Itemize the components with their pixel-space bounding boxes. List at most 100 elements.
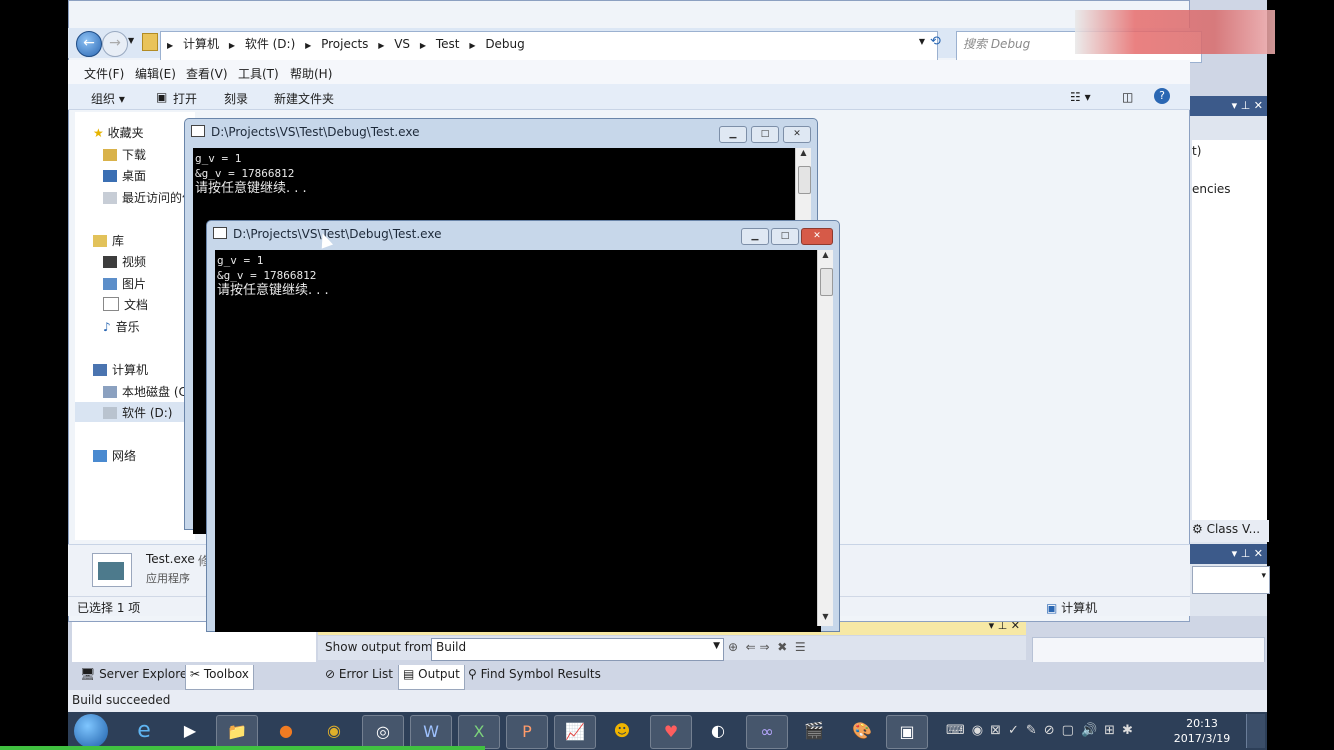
- nav-recent[interactable]: 最近访问的位: [103, 189, 194, 206]
- chart-app-icon[interactable]: 📈: [554, 715, 596, 749]
- burn-button[interactable]: 刻录: [224, 90, 248, 107]
- menu-help[interactable]: 帮助(H): [290, 65, 332, 82]
- tab-error-list[interactable]: ⊘ Error List: [321, 665, 397, 689]
- breadcrumb-debug[interactable]: Debug: [485, 37, 524, 51]
- scroll-down-icon[interactable]: ▼: [818, 612, 833, 626]
- breadcrumb-projects[interactable]: Projects: [321, 37, 368, 51]
- drive-icon: [103, 386, 117, 398]
- library-icon: [93, 235, 107, 247]
- nav-downloads[interactable]: 下载: [103, 146, 146, 163]
- explorer-icon[interactable]: 📁: [216, 715, 258, 749]
- server-icon: 🖥: [80, 667, 96, 681]
- nav-videos[interactable]: 视频: [103, 253, 146, 270]
- console-taskbar-icon[interactable]: ▣: [886, 715, 928, 749]
- nav-software-disk[interactable]: 软件 (D:): [75, 402, 195, 422]
- class-view-tab[interactable]: ⚙ Class V...: [1190, 520, 1269, 542]
- excel-icon[interactable]: X: [458, 715, 500, 749]
- desktop-icon: [103, 170, 117, 182]
- output-source-select[interactable]: Build ▼: [431, 638, 724, 661]
- chevron-down-icon[interactable]: ▼: [919, 37, 925, 46]
- menu-tools[interactable]: 工具(T): [238, 65, 279, 82]
- tab-server-explorer[interactable]: 🖥 Server Explorer: [76, 665, 196, 689]
- music-icon: ♪: [103, 320, 111, 334]
- panel-header[interactable]: ▾ ⊥ ✕: [1190, 96, 1267, 116]
- chevron-right-icon: ▶: [378, 41, 385, 50]
- clock[interactable]: 20:13 2017/3/19: [1168, 716, 1236, 746]
- tab-toolbox[interactable]: ✂ Toolbox: [185, 665, 254, 690]
- tray-icons[interactable]: ⌨◉⊠✓✎⊘▢🔊⊞✱: [946, 723, 1140, 738]
- solution-text-2: encies: [1192, 182, 1231, 196]
- menu-edit[interactable]: 编辑(E): [135, 65, 176, 82]
- breadcrumb-computer[interactable]: 计算机: [183, 37, 219, 51]
- address-bar[interactable]: ▶ 计算机 ▶ 软件 (D:) ▶ Projects ▶ VS ▶ Test ▶…: [160, 31, 938, 63]
- powerpoint-icon[interactable]: P: [506, 715, 548, 749]
- panel-header-2[interactable]: ▾ ⊥ ✕: [1190, 544, 1267, 564]
- new-folder-button[interactable]: 新建文件夹: [274, 90, 334, 107]
- ie-icon[interactable]: e: [124, 715, 164, 747]
- media-player-icon[interactable]: ▶: [170, 715, 210, 747]
- maximize-button[interactable]: □: [751, 126, 779, 143]
- console-window-front: D:\Projects\VS\Test\Debug\Test.exe ▁ □ ✕…: [206, 220, 840, 632]
- video-app-icon[interactable]: 🎬: [794, 715, 834, 747]
- close-button[interactable]: ✕: [801, 228, 833, 245]
- view-options-icon[interactable]: ☷ ▾: [1070, 90, 1091, 104]
- breadcrumb-vs[interactable]: VS: [394, 37, 410, 51]
- explorer-menu-bar: 文件(F) 编辑(E) 查看(V) 工具(T) 帮助(H): [68, 60, 1190, 84]
- nav-label: 软件 (D:): [122, 406, 173, 420]
- scrollbar-thumb[interactable]: [798, 166, 811, 194]
- scrollbar-thumb[interactable]: [820, 268, 833, 296]
- tab-label: Toolbox: [203, 667, 249, 681]
- nav-local-disk[interactable]: 本地磁盘 (C:: [103, 383, 191, 400]
- menu-view[interactable]: 查看(V): [186, 65, 228, 82]
- output-icon: ▤: [403, 667, 415, 681]
- scroll-up-icon[interactable]: ▲: [796, 148, 811, 162]
- breadcrumb-test[interactable]: Test: [436, 37, 460, 51]
- chevron-down-icon: ▼: [713, 641, 720, 651]
- firefox-icon[interactable]: ●: [266, 715, 306, 747]
- show-desktop-button[interactable]: [1246, 714, 1265, 748]
- forward-button[interactable]: →: [102, 31, 128, 57]
- organize-button[interactable]: 组织 ▾: [91, 90, 125, 107]
- visual-studio-icon[interactable]: ∞: [746, 715, 788, 749]
- obs-icon[interactable]: ◐: [698, 715, 738, 747]
- nav-documents[interactable]: 文档: [103, 296, 148, 313]
- heart-app-icon[interactable]: ♥: [650, 715, 692, 749]
- nav-network[interactable]: 网络: [93, 447, 136, 464]
- nav-desktop[interactable]: 桌面: [103, 167, 146, 184]
- exe-icon: [98, 562, 124, 580]
- output-toolbar-icons[interactable]: ⊕ ⇐ ⇒ ✖ ☰: [728, 640, 806, 654]
- back-button[interactable]: ←: [76, 31, 102, 57]
- nav-pictures[interactable]: 图片: [103, 275, 146, 292]
- refresh-icon[interactable]: ⟲: [930, 34, 941, 49]
- close-button[interactable]: ✕: [783, 126, 811, 143]
- minimize-button[interactable]: ▁: [741, 228, 769, 245]
- preview-pane-icon[interactable]: ◫: [1122, 90, 1133, 104]
- nav-libraries[interactable]: 库: [93, 232, 124, 249]
- console-scrollbar[interactable]: ▲ ▼: [817, 250, 833, 626]
- disc-icon[interactable]: ◎: [362, 715, 404, 749]
- wps-icon[interactable]: ☻: [602, 715, 642, 747]
- tab-find-symbol-results[interactable]: ⚲ Find Symbol Results: [464, 665, 605, 689]
- scroll-up-icon[interactable]: ▲: [818, 250, 833, 264]
- properties-dropdown[interactable]: ▾: [1192, 566, 1270, 594]
- open-button[interactable]: 打开: [173, 90, 197, 107]
- taskbar: e ▶ 📁 ● ◉ ◎ W X P 📈 ☻ ♥ ◐ ∞ 🎬 🎨 ▣ ⌨◉⊠✓✎⊘…: [68, 712, 1267, 750]
- word-icon[interactable]: W: [410, 715, 452, 749]
- maximize-button[interactable]: □: [771, 228, 799, 245]
- nav-favorites[interactable]: ★ 收藏夹: [93, 124, 144, 141]
- tab-output[interactable]: ▤ Output: [398, 665, 465, 690]
- nav-music[interactable]: ♪ 音乐: [103, 318, 140, 335]
- breadcrumb-drive[interactable]: 软件 (D:): [245, 37, 295, 51]
- help-icon[interactable]: ?: [1154, 88, 1170, 104]
- console-title-text: D:\Projects\VS\Test\Debug\Test.exe: [211, 125, 420, 139]
- class-view-icon: ⚙: [1192, 522, 1203, 536]
- start-button[interactable]: [74, 714, 108, 748]
- minimize-button[interactable]: ▁: [719, 126, 747, 143]
- menu-file[interactable]: 文件(F): [84, 65, 124, 82]
- paint-icon[interactable]: 🎨: [842, 715, 882, 747]
- nav-computer[interactable]: 计算机: [93, 361, 148, 378]
- drive-icon: [103, 407, 117, 419]
- progress-line: [0, 746, 485, 750]
- chrome-icon[interactable]: ◉: [314, 715, 354, 747]
- recent-pages-icon[interactable]: ▼: [128, 36, 134, 45]
